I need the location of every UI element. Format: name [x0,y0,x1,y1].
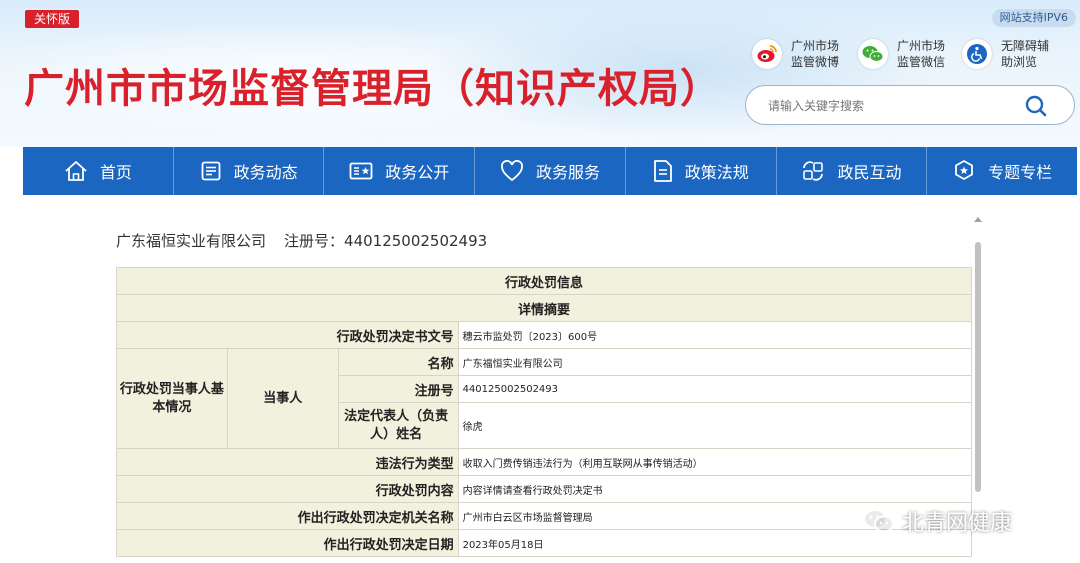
penalty-content-value: 内容详情请查看行政处罚决定书 [457,475,973,503]
party-label: 当事人 [226,348,339,449]
heart-icon [501,160,523,182]
accessibility-label: 无障碍辅助浏览 [1001,39,1050,69]
table-title: 行政处罚信息 [116,267,972,295]
penalty-content-label: 行政处罚内容 [116,475,459,503]
legal-rep-value: 徐虎 [457,402,973,449]
wechat-icon [858,39,888,69]
party-group-label: 行政处罚当事人基本情况 [116,348,228,449]
company-heading: 广东福恒实业有限公司 注册号：440125002502493 [116,230,505,251]
nav-item-label: 政民互动 [837,163,902,182]
scroll-up-arrow-icon[interactable] [973,216,983,224]
table-row: 作出行政处罚决定日期 2023年05月18日 [116,529,973,557]
name-label: 名称 [337,348,459,376]
violation-type-label: 违法行为类型 [116,448,459,476]
nav-item-label: 政务服务 [536,163,601,182]
nav-item-label: 专题专栏 [988,163,1053,182]
table-row: 行政处罚信息 [116,267,972,295]
reg-value: 440125002502493 [457,375,973,403]
table-row: 违法行为类型 收取入门费传销违法行为（利用互联网从事传销活动） [116,448,973,476]
weibo-label: 广州市场监管微博 [791,39,840,69]
document-icon [653,160,672,182]
table-row: 行政处罚决定书文号 穗云市监处罚〔2023〕600号 [116,321,973,349]
site-header: 关怀版 网站支持IPV6 广州市市场监督管理局（知识产权局） 广州市场监管微博 [0,0,1080,147]
table-row: 行政处罚当事人基本情况 当事人 名称 广东福恒实业有限公司 [116,348,973,449]
news-icon [201,161,220,181]
accessibility-icon [962,39,992,69]
search-input[interactable] [768,96,1018,116]
nav-item-label: 政务动态 [233,163,298,182]
nav-item-special-topics[interactable]: 专题专栏 [927,147,1077,195]
nav-item-label: 首页 [99,163,132,182]
legal-rep-label: 法定代表人（负责人）姓名 [337,402,459,449]
care-mode-button[interactable]: 关怀版 [25,10,79,28]
penalty-info-table: 行政处罚信息 详情摘要 行政处罚决定书文号 穗云市监处罚〔2023〕600号 行… [116,267,973,557]
nav-item-label: 政务公开 [385,163,450,182]
wechat-icon [863,509,894,533]
special-topic-icon [955,160,974,180]
main-content: 广东福恒实业有限公司 注册号：440125002502493 行政处罚信息 详情摘… [0,196,1080,563]
home-icon [65,161,87,181]
watermark: 北青网健康 [862,505,1012,537]
site-title: 广州市市场监督管理局（知识产权局） [24,66,721,112]
wechat-label: 广州市场监管微信 [897,39,946,69]
reg-no-value: 440125002502493 [344,232,488,250]
reg-no-label: 注册号： [284,232,345,250]
nav-item-interaction[interactable]: 政民互动 [777,147,928,195]
nav-item-news[interactable]: 政务动态 [174,147,325,195]
nav-item-label: 政策法规 [684,163,749,182]
scrollbar-thumb[interactable] [975,242,981,492]
public-info-icon [349,162,373,180]
table-row: 行政处罚内容 内容详情请查看行政处罚决定书 [116,475,973,503]
accessibility-link[interactable]: 无障碍辅助浏览 [962,38,1057,70]
decision-no-label: 行政处罚决定书文号 [116,321,459,349]
name-value: 广东福恒实业有限公司 [457,348,973,376]
interaction-icon [803,161,824,181]
weibo-icon [752,39,782,69]
table-row: 详情摘要 [116,294,972,322]
main-nav: 首页 政务动态 政务公开 政务服务 政策法规 政民互动 专题专栏 [23,147,1077,195]
search-box [745,85,1075,125]
nav-item-home[interactable]: 首页 [23,147,174,195]
company-name: 广东福恒实业有限公司 [116,232,267,250]
nav-item-services[interactable]: 政务服务 [475,147,626,195]
violation-type-value: 收取入门费传销违法行为（利用互联网从事传销活动） [457,448,973,476]
reg-label: 注册号 [337,375,459,403]
table-row: 作出行政处罚决定机关名称 广州市白云区市场监督管理局 [116,502,973,530]
weibo-link[interactable]: 广州市场监管微博 [752,38,847,70]
table-summary-heading: 详情摘要 [116,294,972,322]
search-icon[interactable] [1024,94,1048,118]
decision-no-value: 穗云市监处罚〔2023〕600号 [457,321,973,349]
authority-label: 作出行政处罚决定机关名称 [116,502,459,530]
nav-item-policy[interactable]: 政策法规 [626,147,777,195]
watermark-text: 北青网健康 [902,511,1013,536]
nav-item-public-info[interactable]: 政务公开 [324,147,476,195]
decision-date-label: 作出行政处罚决定日期 [116,529,459,557]
ipv6-badge: 网站支持IPV6 [991,9,1076,27]
wechat-link[interactable]: 广州市场监管微信 [858,38,953,70]
